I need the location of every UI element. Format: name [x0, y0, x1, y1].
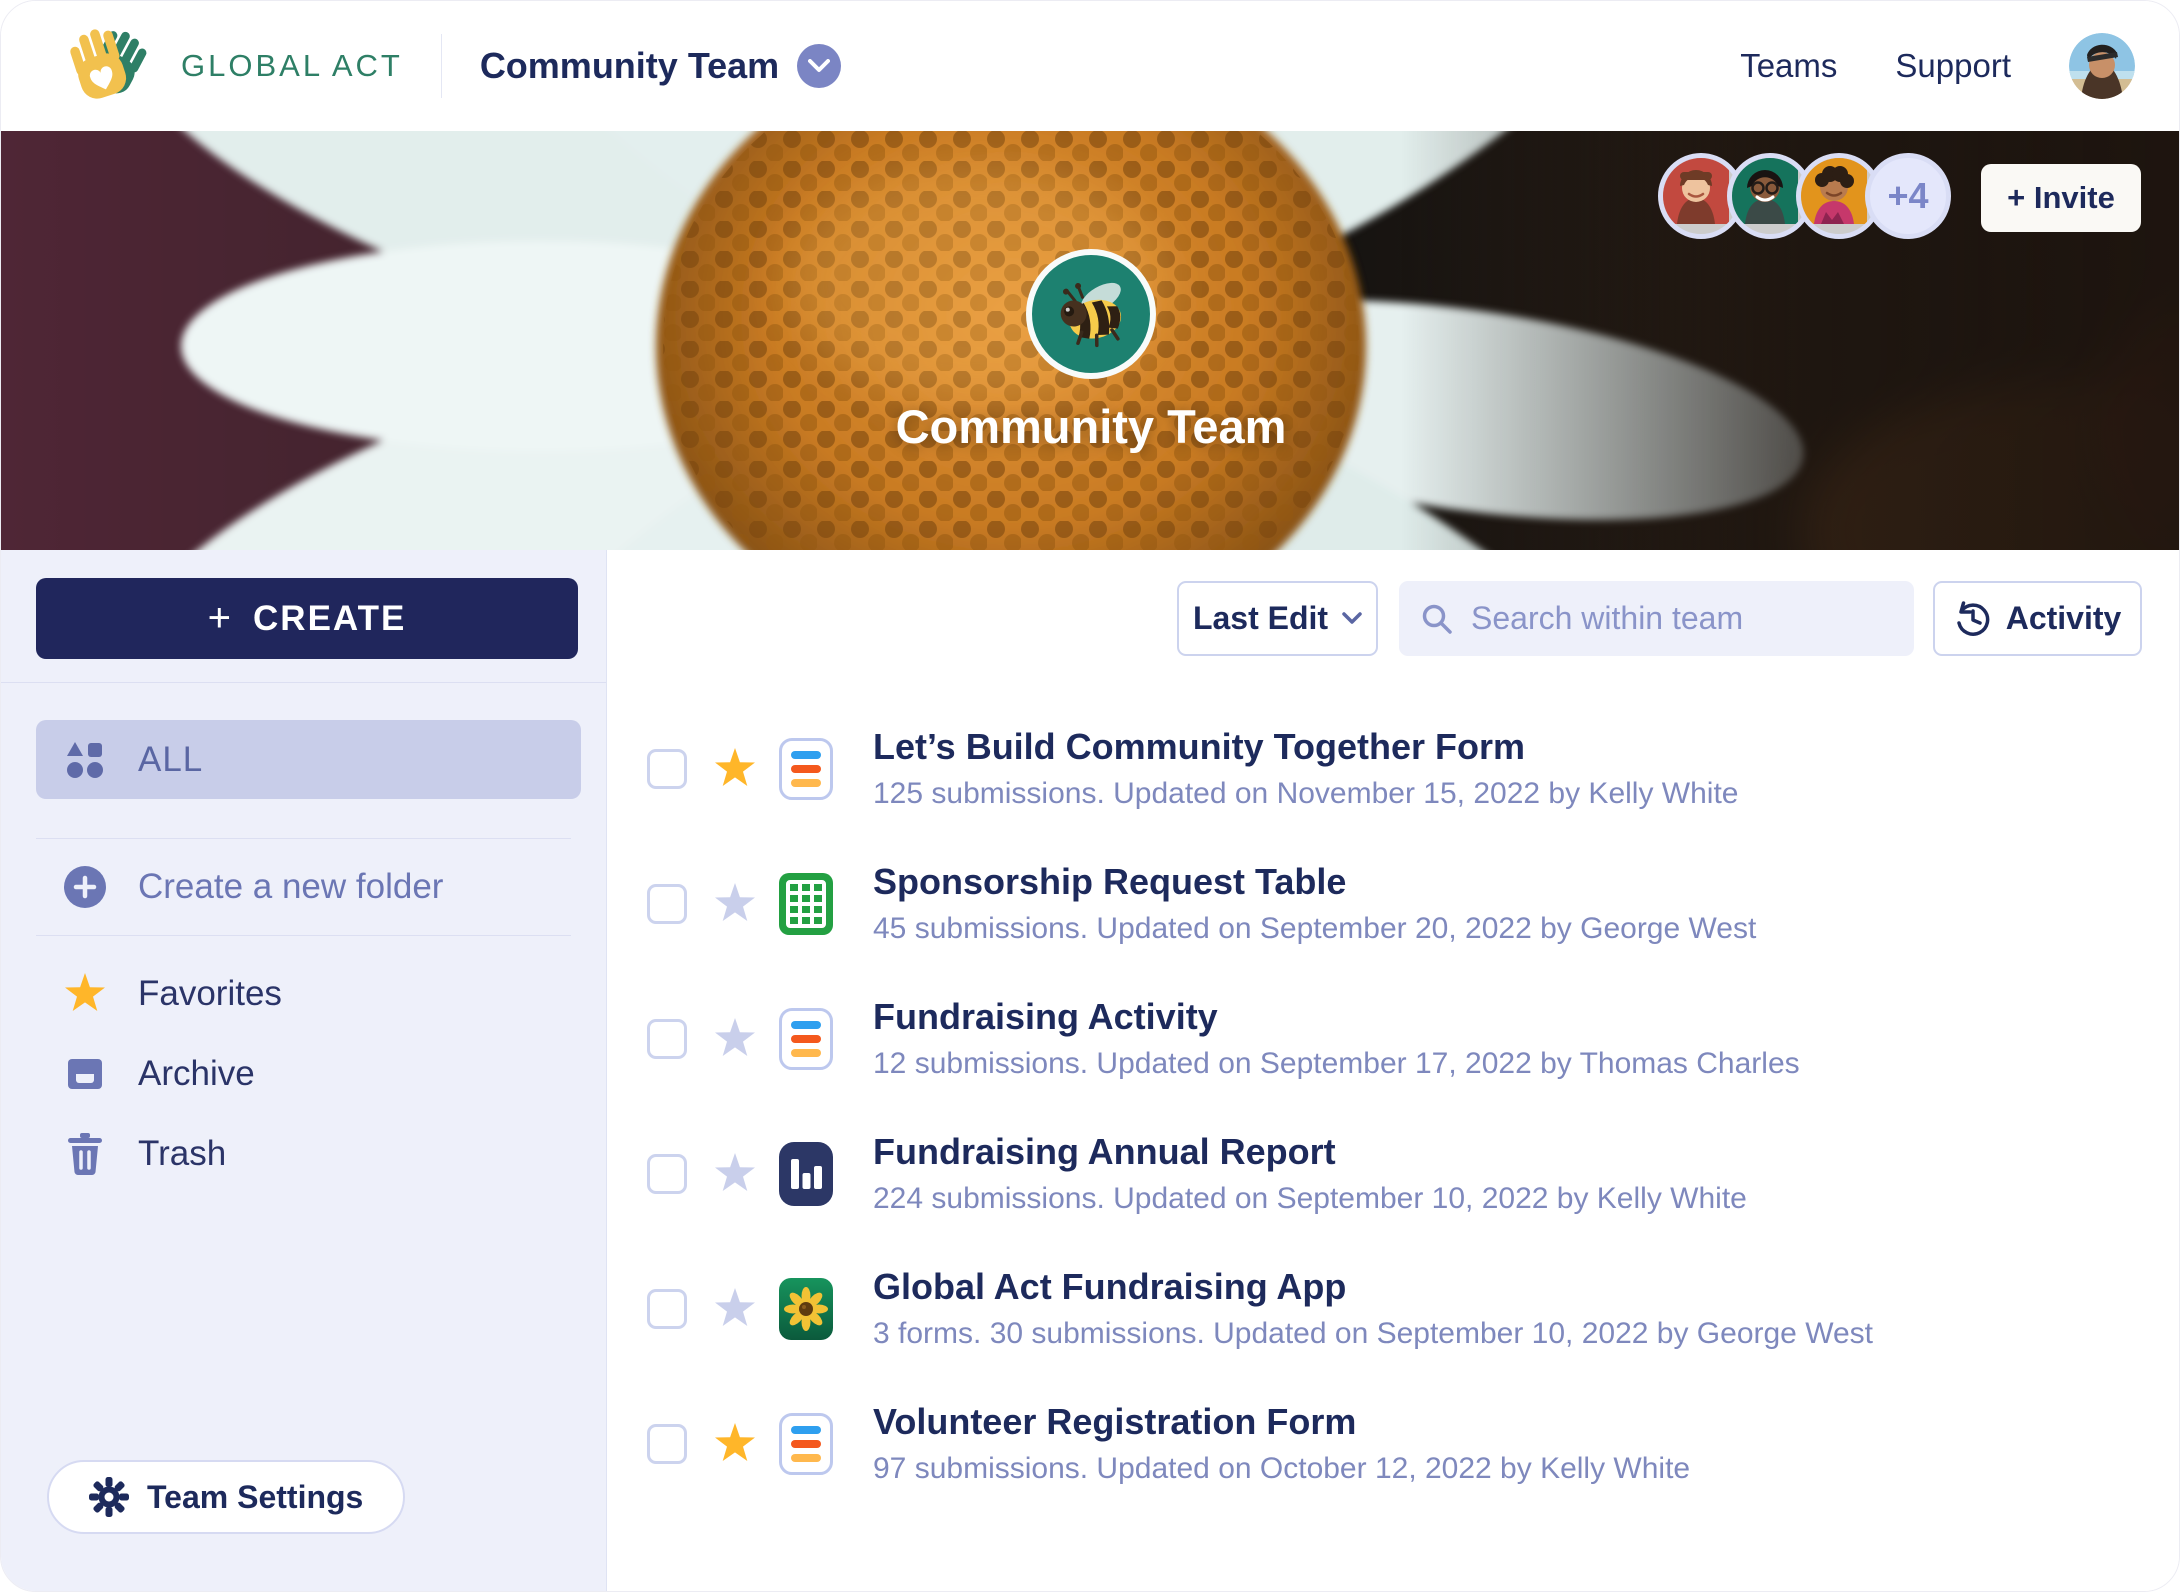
- bee-icon: [1049, 278, 1133, 350]
- form-icon: [779, 738, 833, 800]
- header-nav: Teams Support: [1740, 33, 2135, 99]
- row-checkbox[interactable]: [647, 1289, 687, 1329]
- star-favorite-icon[interactable]: [713, 747, 757, 791]
- sidebar-item-label: Trash: [138, 1134, 226, 1174]
- search-input[interactable]: [1469, 599, 1892, 638]
- team-name-title: Community Team: [1, 399, 2180, 454]
- row-checkbox[interactable]: [647, 1154, 687, 1194]
- file-title: Fundraising Activity: [873, 997, 1800, 1037]
- table-icon: [779, 873, 833, 935]
- file-meta: 125 submissions. Updated on November 15,…: [873, 777, 1738, 810]
- row-checkbox[interactable]: [647, 1424, 687, 1464]
- team-avatar: [1026, 249, 1156, 379]
- main-content: Last Edit Activity: [608, 550, 2179, 1591]
- archive-icon: [62, 1054, 108, 1094]
- star-favorite-icon[interactable]: [713, 1152, 757, 1196]
- sidebar-item-all[interactable]: ALL: [36, 720, 581, 799]
- nav-support-link[interactable]: Support: [1895, 47, 2011, 85]
- sidebar-item-label: ALL: [138, 740, 203, 780]
- global-act-logo-icon: [61, 22, 165, 110]
- file-title: Volunteer Registration Form: [873, 1402, 1690, 1442]
- team-switcher-label: Community Team: [480, 45, 779, 87]
- create-button[interactable]: + CREATE: [36, 578, 578, 659]
- list-item[interactable]: Let’s Build Community Together Form 125 …: [647, 716, 2139, 821]
- file-meta: 224 submissions. Updated on September 10…: [873, 1182, 1747, 1215]
- chevron-down-icon[interactable]: [797, 44, 841, 88]
- file-title: Sponsorship Request Table: [873, 862, 1756, 902]
- top-header: GLOBAL ACT Community Team Teams Support: [1, 1, 2179, 131]
- sidebar-divider: [36, 838, 571, 839]
- nav-teams-link[interactable]: Teams: [1740, 47, 1837, 85]
- star-favorite-icon[interactable]: [713, 882, 757, 926]
- team-switcher[interactable]: Community Team: [480, 44, 841, 88]
- row-checkbox[interactable]: [647, 884, 687, 924]
- plus-icon: +: [208, 596, 233, 641]
- row-checkbox[interactable]: [647, 749, 687, 789]
- file-meta: 45 submissions. Updated on September 20,…: [873, 912, 1756, 945]
- row-checkbox[interactable]: [647, 1019, 687, 1059]
- user-avatar[interactable]: [2069, 33, 2135, 99]
- team-settings-button[interactable]: Team Settings: [47, 1460, 405, 1534]
- form-icon: [779, 1008, 833, 1070]
- list-item[interactable]: Volunteer Registration Form 97 submissio…: [647, 1391, 2139, 1496]
- star-favorite-icon[interactable]: [713, 1017, 757, 1061]
- sidebar-create-folder[interactable]: Create a new folder: [36, 852, 581, 922]
- team-settings-label: Team Settings: [147, 1479, 363, 1516]
- search-icon: [1421, 603, 1453, 635]
- report-icon: [779, 1143, 833, 1205]
- team-page: GLOBAL ACT Community Team Teams Support: [0, 0, 2180, 1592]
- file-title: Fundraising Annual Report: [873, 1132, 1747, 1172]
- file-meta: 3 forms. 30 submissions. Updated on Sept…: [873, 1317, 1873, 1350]
- list-item[interactable]: Global Act Fundraising App 3 forms. 30 s…: [647, 1256, 2139, 1361]
- sidebar-item-favorites[interactable]: Favorites: [36, 954, 581, 1034]
- sidebar-item-label: Favorites: [138, 974, 282, 1014]
- list-item[interactable]: Sponsorship Request Table 45 submissions…: [647, 851, 2139, 956]
- all-shapes-icon: [62, 739, 108, 781]
- sidebar-item-label: Create a new folder: [138, 867, 443, 907]
- file-title: Global Act Fundraising App: [873, 1267, 1873, 1307]
- file-title: Let’s Build Community Together Form: [873, 727, 1738, 767]
- file-meta: 12 submissions. Updated on September 17,…: [873, 1047, 1800, 1080]
- activity-button[interactable]: Activity: [1933, 581, 2142, 656]
- sidebar-item-trash[interactable]: Trash: [36, 1114, 581, 1194]
- invite-button[interactable]: + Invite: [1981, 164, 2141, 232]
- header-divider: [441, 34, 442, 98]
- plus-circle-icon: [62, 865, 108, 909]
- logo-text: GLOBAL ACT: [181, 48, 403, 84]
- sort-dropdown-label: Last Edit: [1193, 600, 1328, 637]
- star-icon: [62, 972, 108, 1016]
- chevron-down-icon: [1342, 612, 1362, 625]
- sidebar-divider: [36, 935, 571, 936]
- trash-icon: [62, 1133, 108, 1175]
- sort-dropdown[interactable]: Last Edit: [1177, 581, 1378, 656]
- sidebar-item-archive[interactable]: Archive: [36, 1034, 581, 1114]
- list-item[interactable]: Fundraising Annual Report 224 submission…: [647, 1121, 2139, 1226]
- search-box: [1399, 581, 1914, 656]
- list-item[interactable]: Fundraising Activity 12 submissions. Upd…: [647, 986, 2139, 1091]
- app-icon: [779, 1278, 833, 1340]
- team-members-stack[interactable]: +4: [1658, 153, 1951, 239]
- star-favorite-icon[interactable]: [713, 1422, 757, 1466]
- gear-icon: [89, 1477, 129, 1517]
- activity-history-icon: [1954, 600, 1992, 638]
- create-button-label: CREATE: [253, 599, 406, 639]
- global-act-logo[interactable]: GLOBAL ACT: [61, 22, 403, 110]
- file-list: Let’s Build Community Together Form 125 …: [647, 716, 2139, 1526]
- team-banner: +4 + Invite: [1, 131, 2180, 550]
- activity-button-label: Activity: [2006, 600, 2122, 637]
- sidebar: + CREATE ALL: [1, 550, 607, 1591]
- file-meta: 97 submissions. Updated on October 12, 2…: [873, 1452, 1690, 1485]
- sidebar-item-label: Archive: [138, 1054, 255, 1094]
- member-overflow-badge: +4: [1865, 153, 1951, 239]
- form-icon: [779, 1413, 833, 1475]
- star-favorite-icon[interactable]: [713, 1287, 757, 1331]
- sidebar-divider: [1, 682, 606, 683]
